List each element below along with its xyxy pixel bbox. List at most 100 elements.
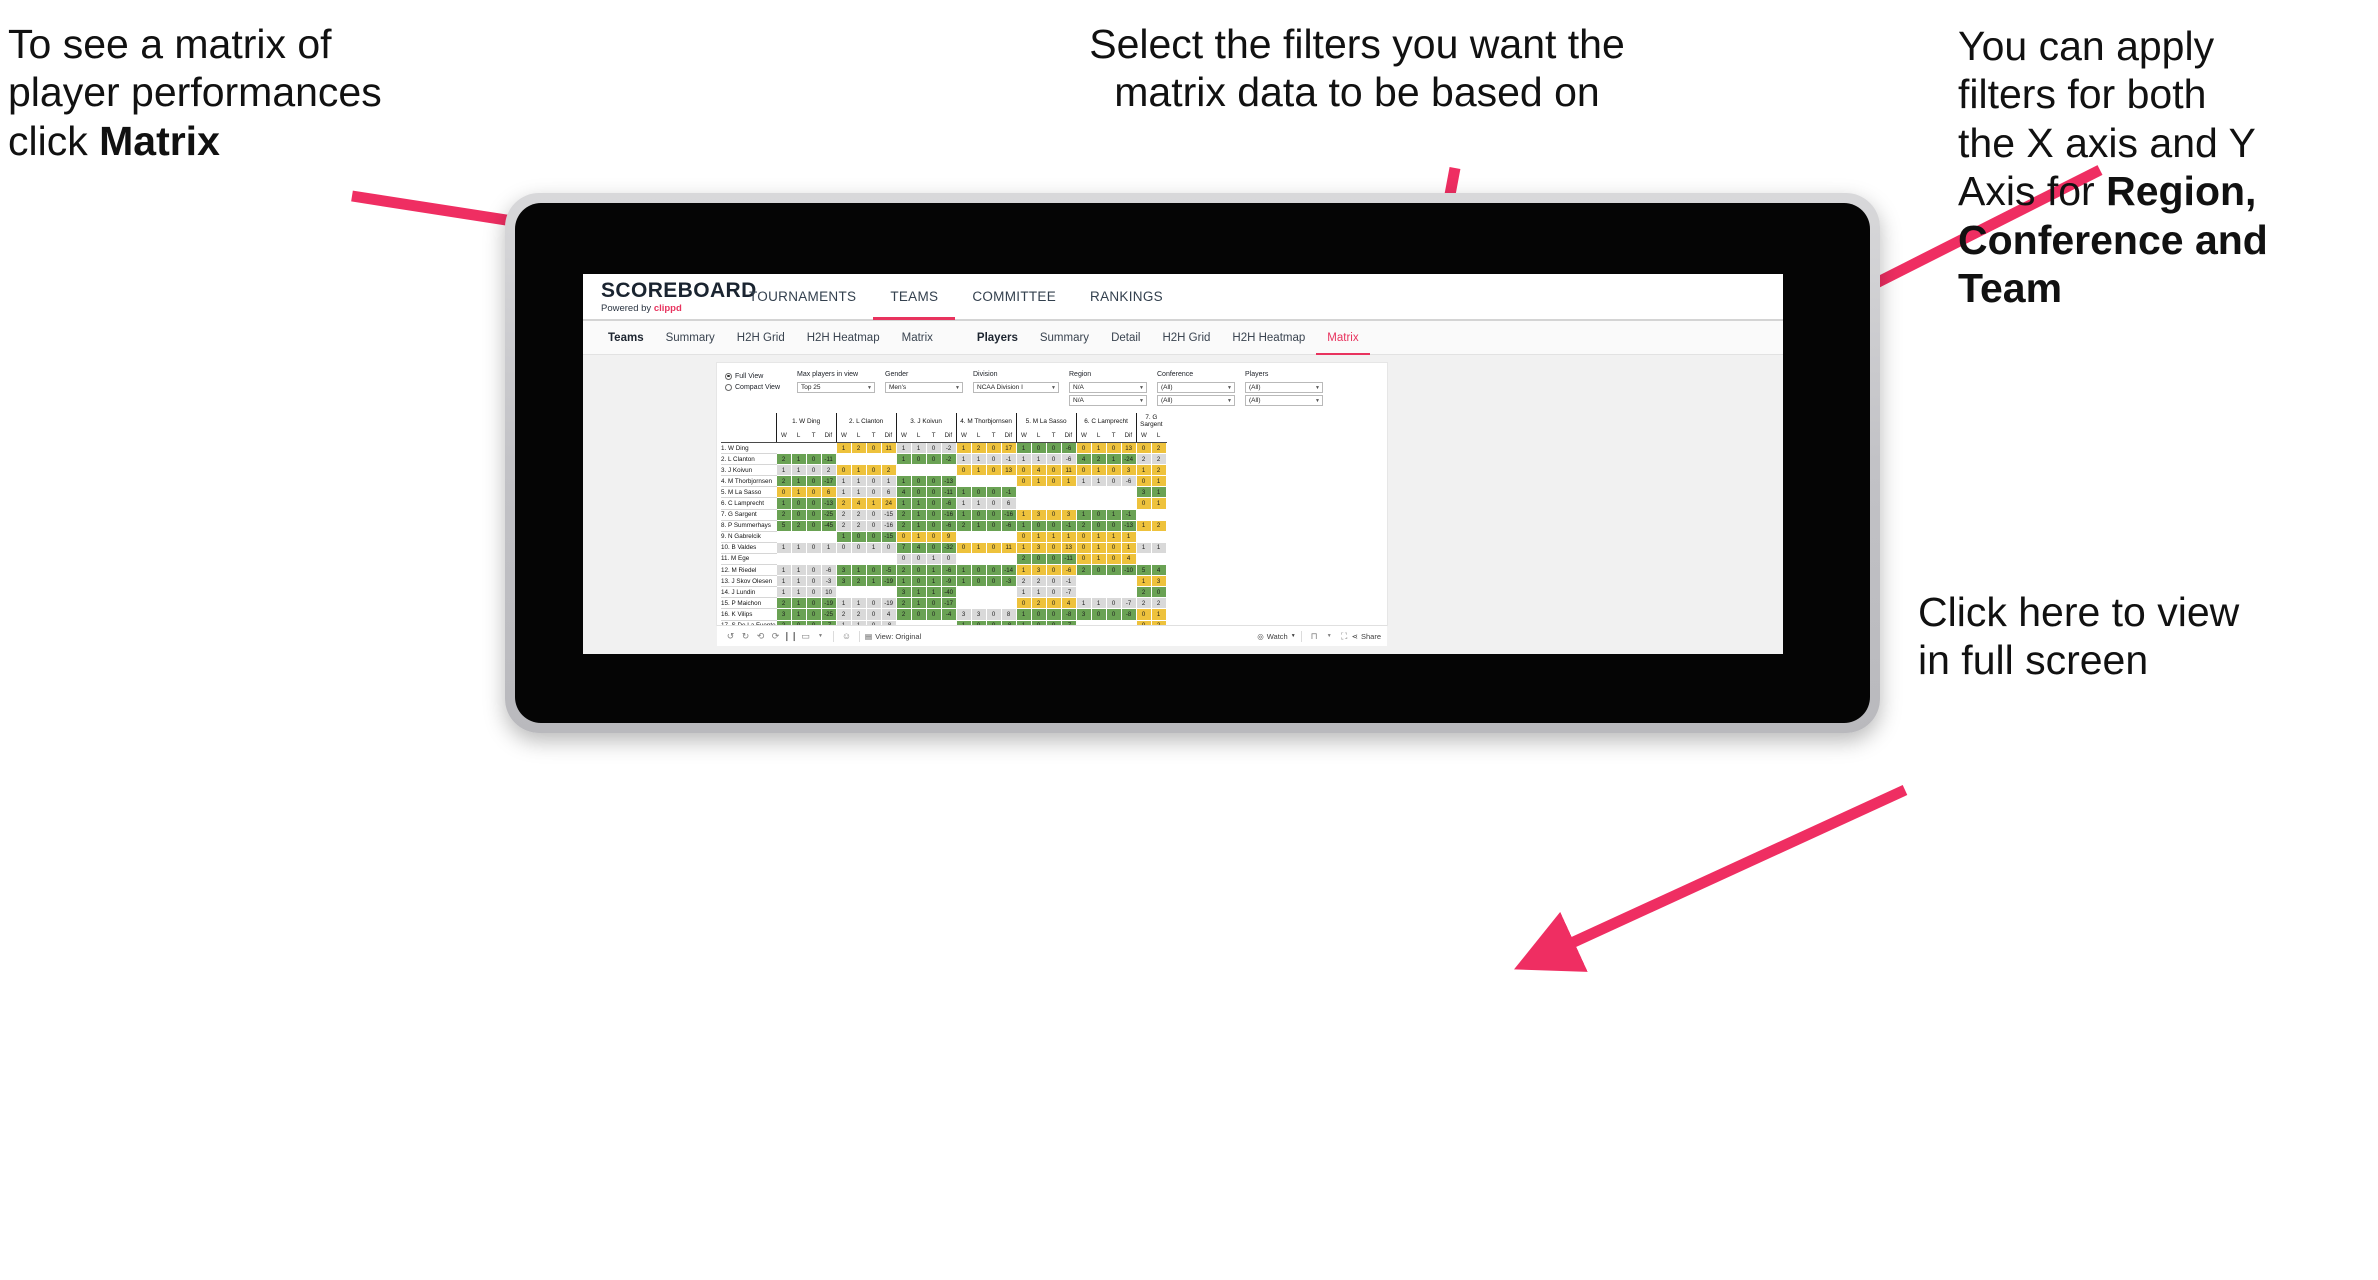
- matrix-cell[interactable]: 0: [865, 441, 882, 455]
- matrix-cell[interactable]: 0: [1015, 530, 1032, 543]
- filter-region-select-x[interactable]: N/A ▼: [1069, 382, 1147, 393]
- matrix-cell[interactable]: 2: [835, 608, 852, 621]
- matrix-cell[interactable]: 0: [985, 441, 1002, 455]
- matrix-cell[interactable]: 0: [805, 453, 822, 466]
- matrix-cell[interactable]: [955, 530, 972, 543]
- matrix-cell[interactable]: 1: [835, 530, 852, 543]
- matrix-cell[interactable]: 0: [805, 575, 822, 588]
- matrix-cell[interactable]: 0: [865, 464, 882, 477]
- matrix-cell[interactable]: 1: [1150, 608, 1167, 621]
- tab-players-summary[interactable]: Summary: [1029, 321, 1100, 355]
- matrix-cell[interactable]: 0: [1105, 541, 1122, 554]
- revert-icon[interactable]: ⟲: [753, 629, 768, 644]
- matrix-cell[interactable]: [1000, 530, 1017, 543]
- matrix-cell[interactable]: 11: [880, 441, 897, 455]
- matrix-cell[interactable]: [1000, 552, 1017, 566]
- matrix-cell[interactable]: 1: [850, 597, 867, 610]
- matrix-cell[interactable]: 2: [1015, 575, 1032, 588]
- matrix-cell[interactable]: 1: [790, 586, 807, 599]
- matrix-cell[interactable]: 1: [895, 441, 912, 455]
- matrix-cell[interactable]: -16: [1000, 508, 1017, 521]
- matrix-cell[interactable]: 1: [790, 541, 807, 554]
- matrix-cell[interactable]: 0: [1105, 608, 1122, 621]
- matrix-cell[interactable]: -11: [1060, 552, 1077, 566]
- tab-teams-h2h-grid[interactable]: H2H Grid: [726, 321, 796, 355]
- matrix-cell[interactable]: 2: [790, 519, 807, 532]
- matrix-cell[interactable]: [1120, 486, 1137, 499]
- matrix-cell[interactable]: 0: [1045, 453, 1062, 466]
- matrix-cell[interactable]: -16: [940, 508, 957, 521]
- matrix-cell[interactable]: [820, 441, 837, 455]
- matrix-cell[interactable]: 6: [1000, 497, 1017, 510]
- matrix-cell[interactable]: 0: [865, 597, 882, 610]
- matrix-cell[interactable]: 0: [925, 541, 942, 554]
- matrix-cell[interactable]: 1: [790, 564, 807, 577]
- matrix-cell[interactable]: 1: [1075, 597, 1092, 610]
- matrix-cell[interactable]: 1: [790, 608, 807, 621]
- matrix-cell[interactable]: 1: [1030, 586, 1047, 599]
- matrix-cell[interactable]: -1: [1000, 453, 1017, 466]
- matrix-cell[interactable]: 0: [910, 552, 927, 566]
- matrix-cell[interactable]: 0: [865, 608, 882, 621]
- matrix-cell[interactable]: 1: [1060, 475, 1077, 488]
- matrix-cell[interactable]: -3: [820, 575, 837, 588]
- matrix-cell[interactable]: 0: [1045, 508, 1062, 521]
- matrix-cell[interactable]: [970, 475, 987, 488]
- matrix-cell[interactable]: 0: [970, 564, 987, 577]
- radio-compact-view[interactable]: Compact View: [725, 382, 783, 392]
- matrix-cell[interactable]: 0: [790, 508, 807, 521]
- matrix-cell[interactable]: 1: [895, 475, 912, 488]
- matrix-cell[interactable]: 1: [1105, 530, 1122, 543]
- matrix-cell[interactable]: -6: [1060, 564, 1077, 577]
- matrix-cell[interactable]: -14: [1000, 564, 1017, 577]
- matrix-cell[interactable]: 13: [1000, 464, 1017, 477]
- matrix-cell[interactable]: -13: [820, 497, 837, 510]
- matrix-cell[interactable]: -45: [820, 519, 837, 532]
- matrix-cell[interactable]: 0: [985, 453, 1002, 466]
- matrix-cell[interactable]: 0: [910, 486, 927, 499]
- filter-division-select[interactable]: NCAA Division I ▼: [973, 382, 1059, 393]
- matrix-cell[interactable]: 3: [1060, 508, 1077, 521]
- matrix-cell[interactable]: -5: [880, 564, 897, 577]
- matrix-cell[interactable]: 0: [1075, 464, 1092, 477]
- matrix-cell[interactable]: [835, 552, 852, 566]
- matrix-cell[interactable]: 2: [1030, 597, 1047, 610]
- matrix-cell[interactable]: -6: [1060, 441, 1077, 455]
- matrix-cell[interactable]: -6: [940, 564, 957, 577]
- matrix-cell[interactable]: 0: [985, 519, 1002, 532]
- matrix-cell[interactable]: 0: [910, 453, 927, 466]
- matrix-cell[interactable]: 0: [1075, 530, 1092, 543]
- matrix-cell[interactable]: [1090, 497, 1107, 510]
- matrix-cell[interactable]: [1120, 575, 1137, 588]
- matrix-cell[interactable]: 2: [850, 575, 867, 588]
- matrix-cell[interactable]: 1: [790, 475, 807, 488]
- filter-gender-select[interactable]: Men's ▼: [885, 382, 963, 393]
- matrix-cell[interactable]: [1090, 575, 1107, 588]
- matrix-cell[interactable]: -1: [1060, 519, 1077, 532]
- matrix-cell[interactable]: 1: [925, 575, 942, 588]
- matrix-cell[interactable]: 10: [820, 586, 837, 599]
- matrix-cell[interactable]: 1: [955, 497, 972, 510]
- matrix-cell[interactable]: 2: [775, 475, 792, 488]
- matrix-cell[interactable]: 1: [1015, 564, 1032, 577]
- matrix-cell[interactable]: 0: [865, 564, 882, 577]
- matrix-cell[interactable]: 5: [1135, 564, 1152, 577]
- matrix-cell[interactable]: 3: [1150, 575, 1167, 588]
- matrix-cell[interactable]: 2: [835, 497, 852, 510]
- matrix-cell[interactable]: 0: [1135, 475, 1152, 488]
- matrix-cell[interactable]: 1: [865, 541, 882, 554]
- matrix-cell[interactable]: 1: [910, 530, 927, 543]
- matrix-cell[interactable]: [1135, 508, 1152, 521]
- matrix-cell[interactable]: [970, 530, 987, 543]
- matrix-cell[interactable]: 1: [970, 497, 987, 510]
- matrix-cell[interactable]: 2: [1075, 564, 1092, 577]
- matrix-cell[interactable]: 0: [1090, 519, 1107, 532]
- matrix-cell[interactable]: 0: [910, 575, 927, 588]
- matrix-cell[interactable]: 24: [880, 497, 897, 510]
- matrix-cell[interactable]: [925, 464, 942, 477]
- matrix-cell[interactable]: 1: [1015, 441, 1032, 455]
- matrix-cell[interactable]: 1: [1015, 508, 1032, 521]
- matrix-cell[interactable]: 0: [955, 464, 972, 477]
- matrix-cell[interactable]: 0: [1045, 575, 1062, 588]
- matrix-cell[interactable]: 1: [835, 475, 852, 488]
